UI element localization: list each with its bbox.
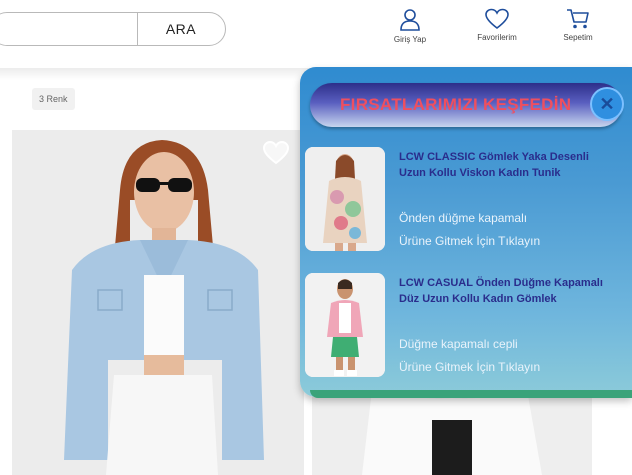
heart-icon	[485, 8, 509, 30]
product-image[interactable]	[12, 130, 304, 475]
login-link[interactable]: Giriş Yap	[380, 8, 440, 44]
favorite-heart-icon[interactable]	[262, 140, 290, 166]
offer-title-2[interactable]: LCW CASUAL Önden Düğme Kapamalı Düz Uzun…	[399, 275, 609, 307]
popup-close-button[interactable]: ✕	[592, 89, 622, 119]
offers-popup: FIRSATLARIMIZI KEŞFEDİN ✕ LCW CLASSIC Gö…	[300, 67, 632, 397]
offer-thumbnail-2[interactable]	[305, 273, 385, 377]
offer-2-photo	[305, 273, 385, 377]
close-icon: ✕	[599, 94, 615, 114]
cart-label: Sepetim	[563, 33, 593, 42]
model-photo	[12, 130, 304, 475]
cart-link[interactable]: Sepetim	[548, 8, 608, 42]
offer-link-1[interactable]: Ürüne Gitmek İçin Tıklayın	[399, 234, 540, 248]
popup-bottom-edge	[310, 390, 632, 398]
offer-description-1: Önden düğme kapamalı	[399, 211, 528, 225]
popup-title: FIRSATLARIMIZI KEŞFEDİN	[340, 95, 572, 114]
offer-description-2: Düğme kapamalı cepli	[399, 337, 518, 351]
offer-card-1[interactable]: LCW CLASSIC Gömlek Yaka Desenli Uzun Kol…	[305, 147, 625, 257]
search-button[interactable]: ARA	[138, 13, 224, 45]
search-box: ARA	[0, 12, 226, 46]
offer-card-2[interactable]: LCW CASUAL Önden Düğme Kapamalı Düz Uzun…	[305, 273, 625, 383]
color-count-badge: 3 Renk	[32, 88, 75, 110]
user-icon	[400, 9, 420, 31]
offer-title-1[interactable]: LCW CLASSIC Gömlek Yaka Desenli Uzun Kol…	[399, 149, 609, 181]
search-input[interactable]	[0, 13, 137, 45]
favorites-label: Favorilerim	[477, 33, 517, 42]
offer-link-2[interactable]: Ürüne Gitmek İçin Tıklayın	[399, 360, 540, 374]
popup-header: FIRSATLARIMIZI KEŞFEDİN ✕	[310, 83, 622, 127]
favorites-link[interactable]: Favorilerim	[467, 8, 527, 42]
cart-icon	[567, 9, 589, 29]
offer-1-photo	[305, 147, 385, 251]
site-header: ARA Giriş Yap Favorilerim Sepetim	[0, 0, 632, 68]
offer-thumbnail-1[interactable]	[305, 147, 385, 251]
login-label: Giriş Yap	[393, 35, 427, 44]
